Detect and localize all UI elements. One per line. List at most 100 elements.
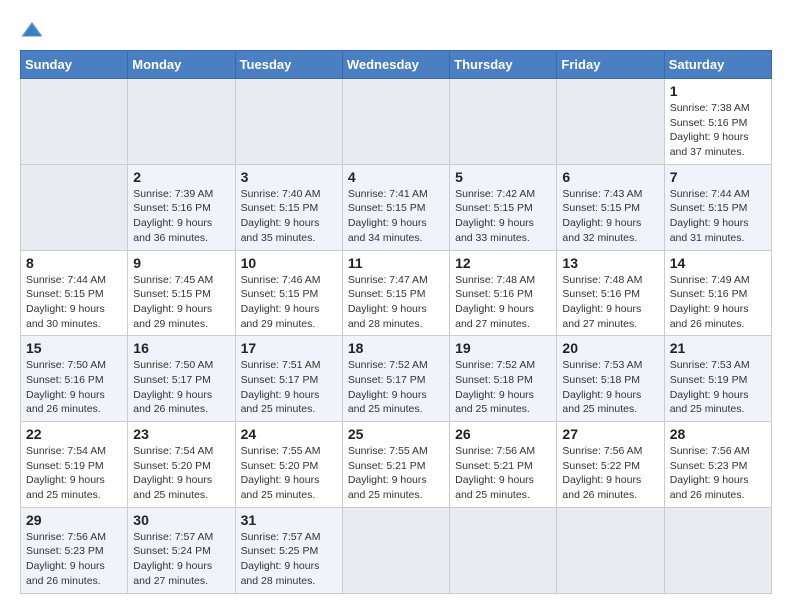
weekday-header-saturday: Saturday <box>664 51 771 79</box>
empty-day-cell <box>21 79 128 165</box>
day-info: Sunrise: 7:54 AMSunset: 5:20 PMDaylight:… <box>133 445 213 501</box>
day-number: 12 <box>455 255 551 271</box>
day-info: Sunrise: 7:56 AMSunset: 5:23 PMDaylight:… <box>670 445 750 501</box>
day-cell: 25 Sunrise: 7:55 AMSunset: 5:21 PMDaylig… <box>342 422 449 508</box>
day-info: Sunrise: 7:57 AMSunset: 5:25 PMDaylight:… <box>241 531 321 587</box>
empty-day-cell <box>557 507 664 593</box>
day-number: 17 <box>241 340 337 356</box>
day-number: 3 <box>241 169 337 185</box>
empty-day-cell <box>342 79 449 165</box>
day-info: Sunrise: 7:46 AMSunset: 5:15 PMDaylight:… <box>241 274 321 330</box>
day-cell: 14 Sunrise: 7:49 AMSunset: 5:16 PMDaylig… <box>664 250 771 336</box>
day-info: Sunrise: 7:52 AMSunset: 5:18 PMDaylight:… <box>455 359 535 415</box>
day-number: 27 <box>562 426 658 442</box>
day-cell: 26 Sunrise: 7:56 AMSunset: 5:21 PMDaylig… <box>450 422 557 508</box>
day-number: 29 <box>26 512 122 528</box>
empty-day-cell <box>128 79 235 165</box>
day-info: Sunrise: 7:42 AMSunset: 5:15 PMDaylight:… <box>455 188 535 244</box>
day-cell: 22 Sunrise: 7:54 AMSunset: 5:19 PMDaylig… <box>21 422 128 508</box>
day-info: Sunrise: 7:53 AMSunset: 5:18 PMDaylight:… <box>562 359 642 415</box>
day-info: Sunrise: 7:55 AMSunset: 5:20 PMDaylight:… <box>241 445 321 501</box>
day-info: Sunrise: 7:48 AMSunset: 5:16 PMDaylight:… <box>562 274 642 330</box>
calendar-week-row: 29 Sunrise: 7:56 AMSunset: 5:23 PMDaylig… <box>21 507 772 593</box>
empty-day-cell <box>557 79 664 165</box>
day-info: Sunrise: 7:56 AMSunset: 5:21 PMDaylight:… <box>455 445 535 501</box>
day-cell: 21 Sunrise: 7:53 AMSunset: 5:19 PMDaylig… <box>664 336 771 422</box>
logo <box>20 20 48 40</box>
day-cell: 12 Sunrise: 7:48 AMSunset: 5:16 PMDaylig… <box>450 250 557 336</box>
day-info: Sunrise: 7:56 AMSunset: 5:23 PMDaylight:… <box>26 531 106 587</box>
day-cell: 11 Sunrise: 7:47 AMSunset: 5:15 PMDaylig… <box>342 250 449 336</box>
day-cell: 15 Sunrise: 7:50 AMSunset: 5:16 PMDaylig… <box>21 336 128 422</box>
day-cell: 31 Sunrise: 7:57 AMSunset: 5:25 PMDaylig… <box>235 507 342 593</box>
day-number: 5 <box>455 169 551 185</box>
day-info: Sunrise: 7:49 AMSunset: 5:16 PMDaylight:… <box>670 274 750 330</box>
day-number: 7 <box>670 169 766 185</box>
day-number: 8 <box>26 255 122 271</box>
day-cell: 20 Sunrise: 7:53 AMSunset: 5:18 PMDaylig… <box>557 336 664 422</box>
day-number: 28 <box>670 426 766 442</box>
day-number: 6 <box>562 169 658 185</box>
day-cell: 1 Sunrise: 7:38 AMSunset: 5:16 PMDayligh… <box>664 79 771 165</box>
day-cell: 19 Sunrise: 7:52 AMSunset: 5:18 PMDaylig… <box>450 336 557 422</box>
logo-icon <box>20 20 44 40</box>
day-cell: 29 Sunrise: 7:56 AMSunset: 5:23 PMDaylig… <box>21 507 128 593</box>
weekday-header-row: SundayMondayTuesdayWednesdayThursdayFrid… <box>21 51 772 79</box>
day-number: 10 <box>241 255 337 271</box>
day-cell: 27 Sunrise: 7:56 AMSunset: 5:22 PMDaylig… <box>557 422 664 508</box>
day-cell: 30 Sunrise: 7:57 AMSunset: 5:24 PMDaylig… <box>128 507 235 593</box>
day-info: Sunrise: 7:38 AMSunset: 5:16 PMDaylight:… <box>670 102 750 158</box>
day-number: 21 <box>670 340 766 356</box>
weekday-header-wednesday: Wednesday <box>342 51 449 79</box>
day-info: Sunrise: 7:43 AMSunset: 5:15 PMDaylight:… <box>562 188 642 244</box>
day-number: 20 <box>562 340 658 356</box>
day-cell: 4 Sunrise: 7:41 AMSunset: 5:15 PMDayligh… <box>342 164 449 250</box>
day-info: Sunrise: 7:54 AMSunset: 5:19 PMDaylight:… <box>26 445 106 501</box>
day-number: 26 <box>455 426 551 442</box>
empty-day-cell <box>450 507 557 593</box>
day-info: Sunrise: 7:52 AMSunset: 5:17 PMDaylight:… <box>348 359 428 415</box>
day-info: Sunrise: 7:39 AMSunset: 5:16 PMDaylight:… <box>133 188 213 244</box>
calendar-week-row: 8 Sunrise: 7:44 AMSunset: 5:15 PMDayligh… <box>21 250 772 336</box>
empty-day-cell <box>664 507 771 593</box>
day-cell: 9 Sunrise: 7:45 AMSunset: 5:15 PMDayligh… <box>128 250 235 336</box>
day-number: 16 <box>133 340 229 356</box>
weekday-header-thursday: Thursday <box>450 51 557 79</box>
day-number: 24 <box>241 426 337 442</box>
day-cell: 24 Sunrise: 7:55 AMSunset: 5:20 PMDaylig… <box>235 422 342 508</box>
day-number: 9 <box>133 255 229 271</box>
day-info: Sunrise: 7:55 AMSunset: 5:21 PMDaylight:… <box>348 445 428 501</box>
day-info: Sunrise: 7:45 AMSunset: 5:15 PMDaylight:… <box>133 274 213 330</box>
day-info: Sunrise: 7:44 AMSunset: 5:15 PMDaylight:… <box>670 188 750 244</box>
day-cell: 28 Sunrise: 7:56 AMSunset: 5:23 PMDaylig… <box>664 422 771 508</box>
weekday-header-monday: Monday <box>128 51 235 79</box>
day-info: Sunrise: 7:50 AMSunset: 5:17 PMDaylight:… <box>133 359 213 415</box>
day-info: Sunrise: 7:53 AMSunset: 5:19 PMDaylight:… <box>670 359 750 415</box>
empty-day-cell <box>450 79 557 165</box>
day-info: Sunrise: 7:47 AMSunset: 5:15 PMDaylight:… <box>348 274 428 330</box>
day-cell: 2 Sunrise: 7:39 AMSunset: 5:16 PMDayligh… <box>128 164 235 250</box>
calendar-week-row: 1 Sunrise: 7:38 AMSunset: 5:16 PMDayligh… <box>21 79 772 165</box>
day-number: 23 <box>133 426 229 442</box>
day-info: Sunrise: 7:51 AMSunset: 5:17 PMDaylight:… <box>241 359 321 415</box>
day-cell: 16 Sunrise: 7:50 AMSunset: 5:17 PMDaylig… <box>128 336 235 422</box>
day-number: 31 <box>241 512 337 528</box>
day-number: 4 <box>348 169 444 185</box>
day-number: 13 <box>562 255 658 271</box>
day-info: Sunrise: 7:40 AMSunset: 5:15 PMDaylight:… <box>241 188 321 244</box>
calendar-table: SundayMondayTuesdayWednesdayThursdayFrid… <box>20 50 772 594</box>
day-info: Sunrise: 7:48 AMSunset: 5:16 PMDaylight:… <box>455 274 535 330</box>
empty-day-cell <box>342 507 449 593</box>
day-number: 25 <box>348 426 444 442</box>
day-number: 18 <box>348 340 444 356</box>
day-number: 22 <box>26 426 122 442</box>
day-info: Sunrise: 7:44 AMSunset: 5:15 PMDaylight:… <box>26 274 106 330</box>
day-cell: 13 Sunrise: 7:48 AMSunset: 5:16 PMDaylig… <box>557 250 664 336</box>
day-info: Sunrise: 7:56 AMSunset: 5:22 PMDaylight:… <box>562 445 642 501</box>
weekday-header-sunday: Sunday <box>21 51 128 79</box>
weekday-header-friday: Friday <box>557 51 664 79</box>
day-info: Sunrise: 7:41 AMSunset: 5:15 PMDaylight:… <box>348 188 428 244</box>
day-info: Sunrise: 7:50 AMSunset: 5:16 PMDaylight:… <box>26 359 106 415</box>
day-cell: 8 Sunrise: 7:44 AMSunset: 5:15 PMDayligh… <box>21 250 128 336</box>
day-number: 11 <box>348 255 444 271</box>
